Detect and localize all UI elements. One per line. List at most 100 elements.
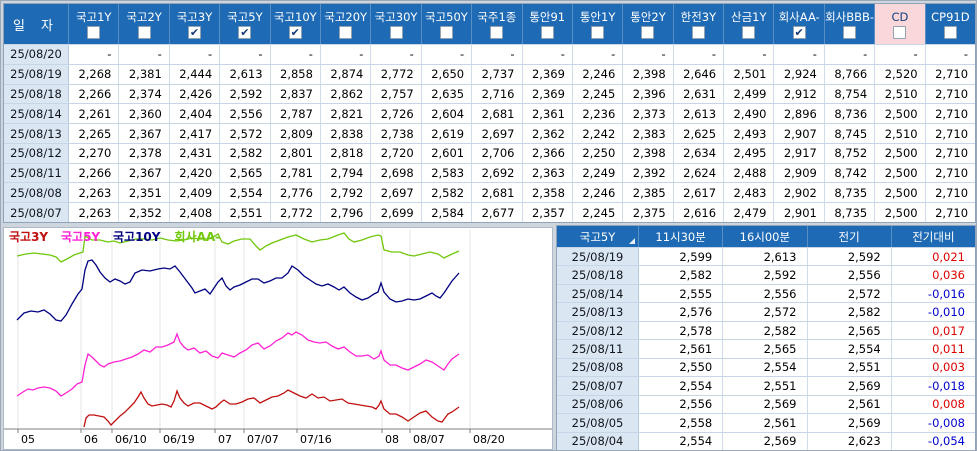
value-cell: 2,624 (674, 163, 725, 183)
date-cell: 25/08/13 (4, 124, 69, 143)
legend-item: 회사AA- (175, 229, 221, 244)
value-cell: 2,426 (170, 84, 221, 104)
change-cell: -0,010 (927, 305, 965, 320)
daily-yield-table: 일 자 국고1Y 국고2Y 국고3Y ✔ 국고5Y ✔ 국고10Y ✔ 국고20Y 국고30Y 국고… (3, 3, 976, 223)
column-header-국주1종: 국주1종 (472, 4, 523, 44)
value-cell: 2,924 (774, 64, 825, 84)
value-cell: 2,917 (774, 143, 825, 163)
value-cell: 2,821 (321, 104, 372, 124)
column-checkbox[interactable]: ✔ (792, 25, 806, 39)
value-cell: 2,358 (523, 183, 573, 203)
value-cell: 2,431 (170, 143, 221, 163)
value-cell: 2,383 (623, 124, 674, 143)
value-cell: 2,862 (321, 84, 372, 104)
column-label: 회사BBB- (825, 9, 875, 24)
yield-line-chart: 05 06 06/10 06/19 07 07/07 07/16 08 08/07 08/20 국고… (4, 229, 552, 446)
value-cell: 2,907 (774, 124, 825, 143)
value-cell: 2,716 (472, 84, 523, 104)
value-cell: 2,737 (472, 64, 523, 84)
change-cell: 0,011 (932, 341, 965, 356)
column-header-통안2Y: 통안2Y (623, 4, 674, 44)
column-checkbox[interactable] (742, 25, 756, 39)
value-cell: 2,556 (723, 284, 808, 303)
date-cell: 25/08/05 (557, 414, 639, 432)
value-cell: 2,902 (774, 183, 825, 203)
sort-indicator-icon (629, 238, 635, 244)
value-cell: 8,742 (825, 163, 876, 183)
column-checkbox[interactable] (691, 25, 705, 39)
table-row: 25/08/08 2,550 2,554 2,551 0,003 (557, 357, 975, 377)
table-row: 25/08/14 2,555 2,556 2,572 -0,016 (557, 283, 975, 303)
value-cell: 2,444 (170, 64, 221, 84)
bond-yield-screen: 일 자 국고1Y 국고2Y 국고3Y ✔ 국고5Y ✔ 국고10Y ✔ 국고20Y 국고30Y 국고… (0, 0, 977, 451)
right-header-전기[interactable]: 전기 (808, 226, 892, 247)
value-cell: 2,551 (808, 358, 892, 377)
right-header-국고5Y[interactable]: 국고5Y (557, 226, 639, 247)
value-cell: 2,565 (723, 340, 808, 358)
column-checkbox[interactable]: ✔ (238, 25, 252, 39)
change-cell: 0,008 (932, 397, 965, 412)
value-cell: - (724, 45, 775, 64)
column-checkbox[interactable] (87, 25, 101, 39)
table-row: 25/08/06 2,556 2,569 2,561 0,008 (557, 394, 975, 414)
series-line-국고3Y (83, 389, 460, 428)
value-cell: 2,500 (875, 143, 926, 163)
value-cell: 2,698 (371, 163, 422, 183)
value-cell: - (774, 45, 825, 64)
column-checkbox[interactable] (843, 25, 857, 39)
table-row: 25/08/12 2,270 2,378 2,431 2,582 2,801 2,818 2,… (4, 142, 975, 163)
axis-tick-label: 06/19 (163, 433, 195, 446)
change-cell: -0,008 (927, 415, 965, 430)
value-cell: 2,367 (119, 163, 170, 183)
value-cell: 2,501 (724, 64, 775, 84)
column-checkbox[interactable] (490, 25, 504, 39)
value-cell: 2,710 (935, 126, 969, 141)
axis-tick-label: 07 (218, 433, 232, 446)
table-row: 25/08/11 2,266 2,367 2,420 2,565 2,781 2,794 2,… (4, 162, 975, 183)
value-cell: - (623, 45, 674, 64)
date-cell: 25/08/04 (557, 432, 639, 450)
column-checkbox[interactable] (389, 25, 403, 39)
value-cell: 2,772 (271, 203, 321, 223)
column-checkbox[interactable]: ✔ (288, 25, 302, 39)
value-cell: 2,268 (69, 64, 120, 84)
column-checkbox[interactable] (591, 25, 605, 39)
column-header-국고50Y: 국고50Y (422, 4, 473, 44)
column-label: 국고30Y (374, 9, 418, 24)
value-cell: 2,352 (119, 203, 170, 223)
date-cell: 25/08/18 (4, 84, 69, 104)
table-row: 25/08/18 2,266 2,374 2,426 2,592 2,837 2,862 2,… (4, 83, 975, 104)
column-label: 회사AA- (778, 9, 820, 24)
value-cell: 2,677 (472, 203, 523, 223)
table-row: 25/08/14 2,261 2,360 2,404 2,556 2,787 2,821 2,… (4, 103, 975, 124)
table-row: 25/08/12 2,578 2,582 2,565 0,017 (557, 320, 975, 340)
column-checkbox[interactable] (339, 25, 353, 39)
column-checkbox[interactable] (439, 25, 453, 39)
value-cell: 2,578 (639, 321, 724, 340)
column-checkbox[interactable] (540, 25, 554, 39)
right-header-11시30분[interactable]: 11시30분 (639, 226, 724, 247)
value-cell: - (674, 45, 725, 64)
table-row: 25/08/13 2,576 2,572 2,582 -0,010 (557, 302, 975, 321)
value-cell: 2,265 (69, 124, 120, 143)
right-header-전기대비[interactable]: 전기대비 (892, 226, 975, 247)
value-cell: 2,710 (935, 185, 969, 200)
column-checkbox[interactable] (641, 25, 655, 39)
table-row: 25/08/07 2,554 2,551 2,569 -0,018 (557, 376, 975, 395)
value-cell: 2,604 (422, 104, 473, 124)
value-cell: 2,392 (623, 163, 674, 183)
top-table-header: 일 자 국고1Y 국고2Y 국고3Y ✔ 국고5Y ✔ 국고10Y ✔ 국고20Y 국고30Y 국고… (4, 4, 975, 44)
value-cell: 2,794 (321, 163, 372, 183)
column-header-국고1Y: 국고1Y (69, 4, 120, 44)
column-checkbox[interactable] (893, 25, 907, 39)
change-cell: 0,003 (932, 360, 965, 375)
right-header-16시00분[interactable]: 16시00분 (723, 226, 808, 247)
value-cell: 2,692 (472, 163, 523, 183)
column-checkbox[interactable]: ✔ (187, 25, 201, 39)
value-cell: 2,858 (271, 64, 321, 84)
value-cell: 2,781 (271, 163, 321, 183)
value-cell: 2,738 (371, 124, 422, 143)
value-cell: 2,357 (523, 203, 573, 223)
column-checkbox[interactable] (137, 25, 151, 39)
column-checkbox[interactable] (943, 25, 957, 39)
